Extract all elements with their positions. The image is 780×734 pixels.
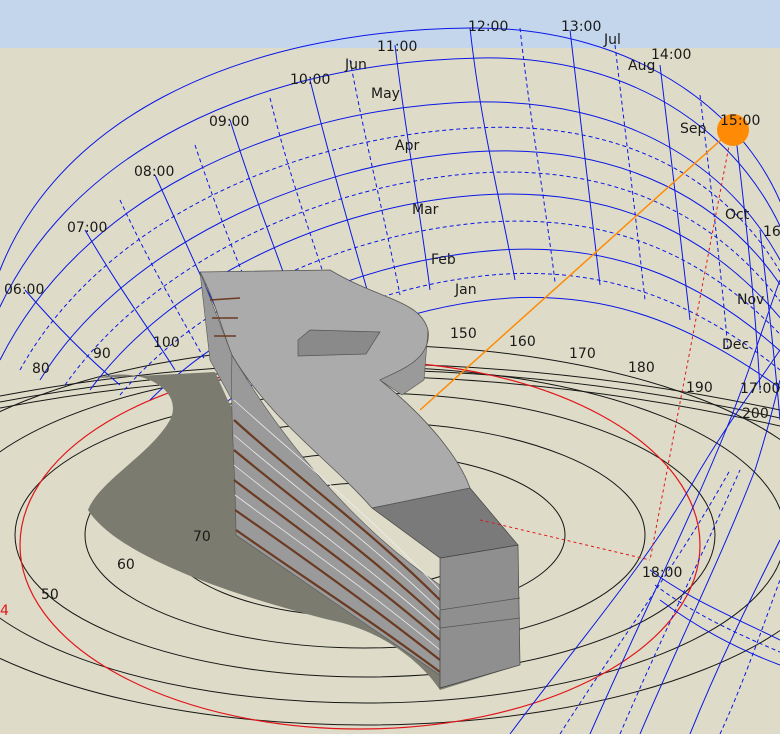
azimuth-label: 90 (93, 346, 111, 362)
month-label: Jun (344, 57, 367, 73)
month-label: Jan (454, 282, 477, 298)
month-label: May (371, 86, 400, 102)
azimuth-label: 150 (450, 326, 477, 342)
sun-path-viewport[interactable]: 06:00 07:00 08:00 09:00 10:00 11:00 12:0… (0, 0, 780, 734)
month-label: Aug (628, 58, 655, 74)
altitude-label: 70 (193, 529, 211, 545)
hour-label: 10:00 (290, 72, 330, 88)
hour-label: 08:00 (134, 164, 174, 180)
month-label: Dec (722, 337, 749, 353)
hour-label: 09:00 (209, 114, 249, 130)
hour-label: 14:00 (651, 47, 691, 63)
hour-label: 12:00 (468, 19, 508, 35)
altitude-label: 50 (41, 587, 59, 603)
hour-label: 15:00 (720, 113, 760, 129)
month-label: Jul (603, 32, 621, 48)
month-label: Mar (412, 202, 439, 218)
month-label: Sep (680, 121, 707, 137)
azimuth-label: 180 (628, 360, 655, 376)
hour-label: 07:00 (67, 220, 107, 236)
azimuth-label: 170 (569, 346, 596, 362)
azimuth-label: 100 (153, 335, 180, 351)
month-label: Oct (725, 207, 750, 223)
sun-path-scene[interactable]: 06:00 07:00 08:00 09:00 10:00 11:00 12:0… (0, 0, 780, 734)
hour-label: 11:00 (377, 39, 417, 55)
azimuth-label: 190 (686, 380, 713, 396)
altitude-label: 60 (117, 557, 135, 573)
azimuth-label: 80 (32, 361, 50, 377)
hour-label: 18:00 (642, 565, 682, 581)
hour-label: 06:00 (4, 282, 44, 298)
hour-label: 17:00 (740, 381, 780, 397)
hour-label: 13:00 (561, 19, 601, 35)
azimuth-label: 160 (509, 334, 536, 350)
month-label: Nov (737, 292, 764, 308)
month-label: Feb (431, 252, 456, 268)
azimuth-label: 200 (742, 406, 769, 422)
month-label: Apr (395, 138, 419, 154)
red-ring-edge-label: 4 (0, 603, 9, 619)
hour-label: 16 (763, 224, 780, 240)
